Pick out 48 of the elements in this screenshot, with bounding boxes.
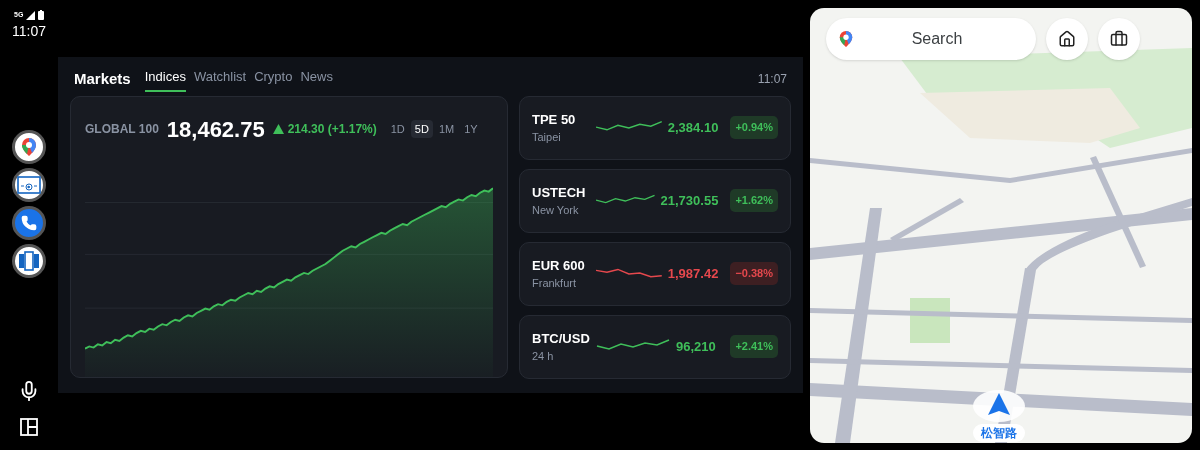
multi-screen-icon[interactable] xyxy=(12,243,46,278)
search-bar[interactable]: Search xyxy=(826,18,1036,60)
ticker-symbol: USTECH xyxy=(532,183,587,202)
ticker-price: 21,730.55 xyxy=(660,191,719,210)
phone-icon xyxy=(21,214,37,231)
current-street-label: 松智路 xyxy=(973,424,1025,442)
ticker-card[interactable]: BTC/USD 24 h 96,210 +2.41% xyxy=(519,314,791,379)
tab[interactable]: Crypto xyxy=(254,67,293,92)
home-icon xyxy=(1058,30,1076,48)
ticker-place: Frankfurt xyxy=(532,276,577,291)
markets-title: Markets xyxy=(74,69,131,89)
range-button[interactable]: 1M xyxy=(434,119,459,139)
clock: 11:07 xyxy=(12,21,46,41)
change-badge: −0.38% xyxy=(730,262,778,285)
range-button[interactable]: 1D xyxy=(386,119,409,139)
ticker-card[interactable]: USTECH New York 21,730.55 +1.62% xyxy=(519,168,791,233)
ticker-price: 1,987.42 xyxy=(667,264,719,283)
ticker-price: 96,210 xyxy=(676,337,716,356)
phone-app-icon[interactable] xyxy=(12,205,46,240)
index-value: 18,462.75 xyxy=(166,115,265,144)
briefcase-icon xyxy=(1110,30,1128,48)
panel-time: 11:07 xyxy=(757,71,787,89)
ticker-price: 2,384.10 xyxy=(667,118,719,137)
range-button[interactable]: 1Y xyxy=(460,119,482,139)
signal-icon xyxy=(26,10,36,20)
change-badge: +2.41% xyxy=(730,335,778,358)
change-badge: +1.62% xyxy=(730,189,778,212)
tab[interactable]: Watchlist xyxy=(193,67,247,92)
ticker-place: New York xyxy=(532,203,580,218)
index-name: GLOBAL 100 xyxy=(85,121,159,138)
ticker-symbol: BTC/USD xyxy=(532,329,590,348)
ticker-place: 24 h xyxy=(532,349,555,364)
tab[interactable]: News xyxy=(300,67,333,92)
ticker-symbol: EUR 600 xyxy=(532,256,586,275)
index-change: 214.30 (+1.17%) xyxy=(287,121,377,138)
tab[interactable]: Indices xyxy=(144,67,186,92)
up-triangle-icon xyxy=(272,124,284,134)
ticker-card[interactable]: EUR 600 Frankfurt 1,987.42 −0.38% xyxy=(519,241,791,306)
ticker-place: Taipei xyxy=(532,130,562,145)
maps-app-icon[interactable] xyxy=(12,129,46,164)
ticker-symbol: TPE 50 xyxy=(532,110,577,129)
change-badge: +0.94% xyxy=(730,116,778,139)
ticker-card[interactable]: TPE 50 Taipei 2,384.10 +0.94% xyxy=(519,95,791,160)
map-pin-icon xyxy=(838,29,854,49)
layout-icon[interactable] xyxy=(20,418,38,436)
battery-icon xyxy=(38,10,45,21)
media-player-icon[interactable] xyxy=(12,167,46,202)
range-button[interactable]: 5D xyxy=(410,119,433,139)
